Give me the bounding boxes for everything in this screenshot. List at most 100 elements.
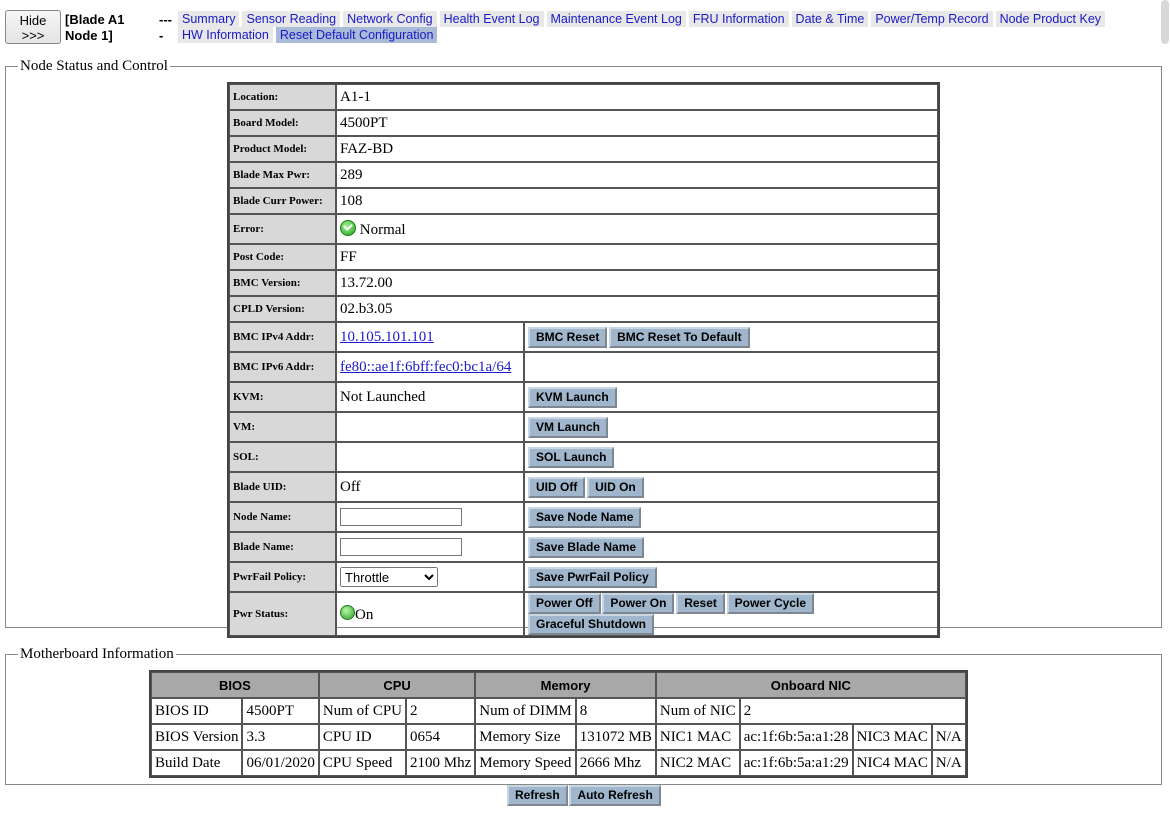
bmc-reset-default-button[interactable]: BMC Reset To Default xyxy=(609,326,750,348)
table-cell: Memory Size xyxy=(475,724,576,750)
graceful-shutdown-button[interactable]: Graceful Shutdown xyxy=(528,614,655,635)
table-cell: 3.3 xyxy=(242,724,319,750)
nav-date-time[interactable]: Date & Time xyxy=(791,11,869,27)
power-on-button[interactable]: Power On xyxy=(602,593,675,614)
table-row: BMC Version: 13.72.00 xyxy=(229,270,938,296)
nav-reset-default-configuration[interactable]: Reset Default Configuration xyxy=(275,27,438,43)
cpld-version-label: CPLD Version: xyxy=(229,296,336,322)
vm-label: VM: xyxy=(229,412,336,442)
save-pwrfail-policy-button[interactable]: Save PwrFail Policy xyxy=(528,566,657,588)
table-cell: 2666 Mhz xyxy=(575,750,656,776)
ipv6-label: BMC IPv6 Addr: xyxy=(229,352,336,382)
sol-value xyxy=(336,442,524,472)
refresh-button[interactable]: Refresh xyxy=(507,785,568,806)
bottom-controls: Refresh Auto Refresh xyxy=(507,785,661,806)
motherboard-table: BIOS CPU Memory Onboard NIC BIOS ID 4500P… xyxy=(149,670,968,778)
table-cell: BIOS ID xyxy=(151,698,243,724)
table-cell: NIC3 MAC xyxy=(852,724,932,750)
table-row: KVM: Not Launched KVM Launch xyxy=(229,382,938,412)
uid-on-button[interactable]: UID On xyxy=(587,476,644,498)
power-on-icon xyxy=(340,604,355,620)
blade-name-cell xyxy=(336,532,524,562)
sol-controls: SOL Launch xyxy=(524,442,938,472)
pwr-status-cell: On xyxy=(336,592,524,636)
post-code-value: FF xyxy=(336,244,938,270)
bmc-reset-button[interactable]: BMC Reset xyxy=(528,326,608,348)
table-cell: NIC4 MAC xyxy=(852,750,932,776)
location-value: A1-1 xyxy=(336,84,938,110)
pwr-status-value: On xyxy=(355,606,374,623)
error-label: Error: xyxy=(229,214,336,244)
post-code-label: Post Code: xyxy=(229,244,336,270)
ok-check-icon xyxy=(340,219,356,236)
power-controls: Power Off Power On Reset Power Cycle Gra… xyxy=(524,592,938,636)
max-pwr-label: Blade Max Pwr: xyxy=(229,162,336,188)
product-model-value: FAZ-BD xyxy=(336,136,938,162)
table-cell: Num of NIC xyxy=(655,698,740,724)
motherboard-legend: Motherboard Information xyxy=(20,646,174,662)
nav-power-temp-record[interactable]: Power/Temp Record xyxy=(871,11,993,27)
table-cell: BIOS Version xyxy=(151,724,243,750)
table-cell: 0654 xyxy=(406,724,476,750)
node-name-cell xyxy=(336,502,524,532)
table-cell: 131072 MB xyxy=(575,724,656,750)
nav-fru-information[interactable]: FRU Information xyxy=(688,11,789,27)
uid-label: Blade UID: xyxy=(229,472,336,502)
bmc-version-value: 13.72.00 xyxy=(336,270,938,296)
blade-label-line1: [Blade A1 xyxy=(65,12,125,27)
ipv4-cell: 10.105.101.101 xyxy=(336,322,524,352)
memory-header: Memory xyxy=(475,672,656,698)
node-status-table: Location: A1-1 Board Model: 4500PT Product… xyxy=(227,82,940,638)
nav-summary[interactable]: Summary xyxy=(178,11,240,27)
save-blade-name-button[interactable]: Save Blade Name xyxy=(528,536,645,558)
table-cell: Memory Speed xyxy=(475,750,576,776)
nav-node-product-key[interactable]: Node Product Key xyxy=(995,11,1106,27)
table-row: Blade Curr Power: 108 xyxy=(229,188,938,214)
scrollbar[interactable] xyxy=(1161,0,1169,44)
table-row: SOL: SOL Launch xyxy=(229,442,938,472)
save-node-name-button[interactable]: Save Node Name xyxy=(528,506,642,528)
table-row: Blade Name: Save Blade Name xyxy=(229,532,938,562)
product-model-label: Product Model: xyxy=(229,136,336,162)
bios-header: BIOS xyxy=(151,672,319,698)
table-row: PwrFail Policy: Throttle Save PwrFail Poli… xyxy=(229,562,938,592)
sol-launch-button[interactable]: SOL Launch xyxy=(528,446,615,468)
top-nav: Summary Sensor Reading Network Config Healt… xyxy=(178,11,1138,43)
vm-controls: VM Launch xyxy=(524,412,938,442)
nav-health-event-log[interactable]: Health Event Log xyxy=(439,11,544,27)
table-row: Build Date 06/01/2020 CPU Speed 2100 Mhz M… xyxy=(151,750,966,776)
uid-controls: UID Off UID On xyxy=(524,472,938,502)
table-cell: N/A xyxy=(931,750,966,776)
nav-maintenance-event-log[interactable]: Maintenance Event Log xyxy=(546,11,686,27)
auto-refresh-button[interactable]: Auto Refresh xyxy=(569,785,661,806)
node-name-input[interactable] xyxy=(340,507,462,526)
max-pwr-value: 289 xyxy=(336,162,938,188)
ipv4-label: BMC IPv4 Addr: xyxy=(229,322,336,352)
ipv4-link[interactable]: 10.105.101.101 xyxy=(340,329,434,345)
table-cell: 2 xyxy=(739,698,966,724)
nav-sensor-reading[interactable]: Sensor Reading xyxy=(242,11,341,27)
ipv6-link[interactable]: fe80::ae1f:6bff:fec0:bc1a/64 xyxy=(340,359,511,375)
reset-button[interactable]: Reset xyxy=(676,593,725,614)
table-cell: 4500PT xyxy=(242,698,319,724)
pwrfail-policy-select[interactable]: Throttle xyxy=(340,567,438,587)
power-off-button[interactable]: Power Off xyxy=(528,593,601,614)
blade-name-input[interactable] xyxy=(340,537,462,556)
hide-nav-button[interactable]: Hide >>> xyxy=(5,10,61,44)
uid-off-button[interactable]: UID Off xyxy=(528,476,586,498)
table-row: BMC IPv6 Addr: fe80::ae1f:6bff:fec0:bc1a/… xyxy=(229,352,938,382)
table-row: Board Model: 4500PT xyxy=(229,110,938,136)
hide-button-label: Hide >>> xyxy=(19,13,47,43)
table-cell: NIC1 MAC xyxy=(655,724,740,750)
nic-header: Onboard NIC xyxy=(655,672,966,698)
table-cell: 2 xyxy=(406,698,476,724)
kvm-launch-button[interactable]: KVM Launch xyxy=(528,386,617,408)
nav-hw-information[interactable]: HW Information xyxy=(178,27,273,43)
pwrfail-cell: Throttle xyxy=(336,562,524,592)
table-row: VM: VM Launch xyxy=(229,412,938,442)
table-cell: Num of CPU xyxy=(318,698,407,724)
vm-launch-button[interactable]: VM Launch xyxy=(528,416,609,438)
bmc-version-label: BMC Version: xyxy=(229,270,336,296)
power-cycle-button[interactable]: Power Cycle xyxy=(726,593,814,614)
nav-network-config[interactable]: Network Config xyxy=(343,11,437,27)
